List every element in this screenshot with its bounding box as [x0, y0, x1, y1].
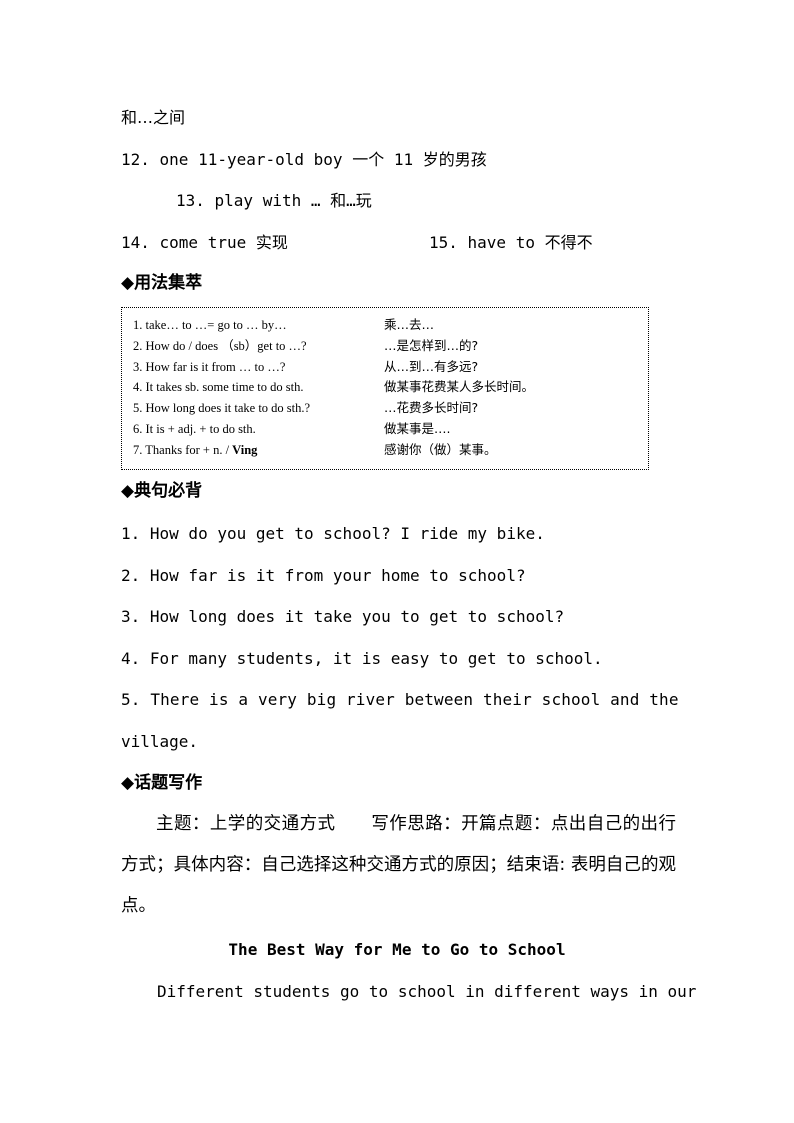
- usage-row-chinese: 做某事花费某人多长时间。: [384, 379, 535, 394]
- sentence-item: 4. For many students, it is easy to get …: [121, 649, 603, 668]
- usage-row-chinese: 从…到…有多远?: [384, 359, 479, 374]
- usage-heading: ◆用法集萃: [121, 273, 203, 293]
- usage-row-chinese: 做某事是….: [384, 421, 451, 436]
- usage-row-chinese: 乘…去…: [384, 317, 435, 332]
- phrase-item-13: 13. play with … 和…玩: [176, 191, 372, 210]
- usage-row-english: 1. take… to …= go to … by…: [133, 318, 287, 332]
- usage-row-english-bold: Ving: [232, 443, 258, 457]
- sentence-item: 3. How long does it take you to get to s…: [121, 607, 565, 626]
- phrase-item-14: 14. come true 实现: [121, 233, 288, 252]
- usage-row-english: 5. How long does it take to do sth.?: [133, 401, 311, 415]
- usage-row-english: 3. How far is it from … to …?: [133, 360, 286, 374]
- usage-box: 1. take… to …= go to … by… 乘…去… 2. How d…: [121, 307, 649, 470]
- sentence-item: 5. There is a very big river between the…: [121, 690, 679, 709]
- usage-row-chinese: 感谢你（做）某事。: [384, 442, 497, 457]
- sentences-heading: ◆典句必背: [121, 481, 203, 501]
- writing-heading: ◆话题写作: [121, 773, 203, 793]
- sentence-item-continuation: village.: [121, 732, 199, 751]
- usage-row-chinese: …是怎样到…的?: [384, 338, 479, 353]
- writing-instructions: 主题：上学的交通方式 写作思路：开篇点题：点出自己的出行方式；具体内容：自己选择…: [121, 814, 676, 916]
- phrase-continuation: 和…之间: [121, 108, 186, 127]
- usage-row-english: 7. Thanks for + n. / Ving: [133, 442, 257, 458]
- usage-row-english: 6. It is + adj. + to do sth.: [133, 422, 256, 436]
- usage-row-english: 2. How do / does （sb）get to …?: [133, 339, 307, 353]
- phrase-item-12: 12. one 11-year-old boy 一个 11 岁的男孩: [121, 150, 487, 169]
- usage-row-chinese: …花费多长时间?: [384, 400, 479, 415]
- usage-row-english: 4. It takes sb. some time to do sth.: [133, 380, 304, 394]
- sentence-item: 1. How do you get to school? I ride my b…: [121, 524, 545, 543]
- usage-row-english-text: 7. Thanks for + n. /: [133, 443, 233, 457]
- essay-first-line: Different students go to school in diffe…: [157, 982, 697, 1001]
- phrase-item-15: 15. have to 不得不: [429, 233, 593, 252]
- sentence-item: 2. How far is it from your home to schoo…: [121, 566, 526, 585]
- essay-title: The Best Way for Me to Go to School: [228, 940, 566, 959]
